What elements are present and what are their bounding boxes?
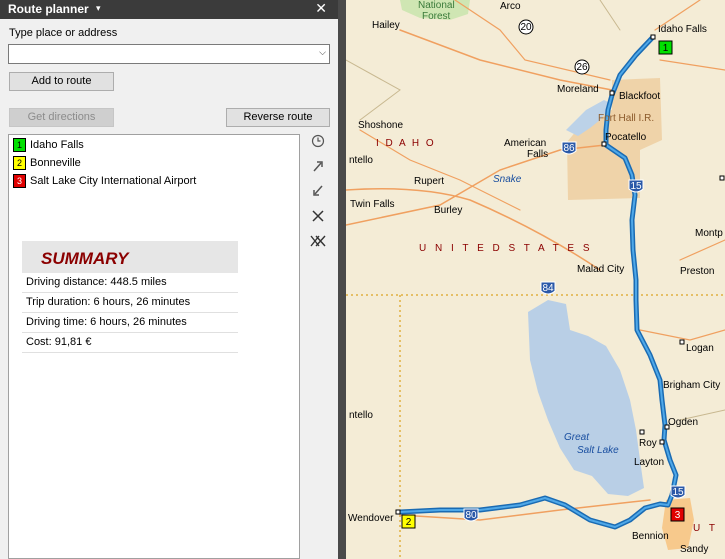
route-planner-panel: Route planner ▾ ✕ Type place or address … xyxy=(0,0,338,559)
route-back-icon[interactable] xyxy=(308,184,328,204)
panel-menu-arrow-icon[interactable]: ▾ xyxy=(96,3,101,14)
map-label: Forest xyxy=(422,11,451,22)
reverse-route-button[interactable]: Reverse route xyxy=(226,108,330,127)
map-label: Fort Hall I.R. xyxy=(598,113,654,124)
map-label: Arco xyxy=(500,1,521,12)
map-label: Great xyxy=(564,432,590,443)
waypoint-item[interactable]: 1 Idaho Falls xyxy=(13,138,84,153)
place-address-input[interactable]: ⌵ xyxy=(8,44,330,64)
map-label: Logan xyxy=(686,343,714,354)
city-marker-icon xyxy=(719,175,725,181)
map-label: Salt Lake xyxy=(577,445,619,456)
waypoint-name: Salt Lake City International Airport xyxy=(30,175,197,187)
svg-text:1: 1 xyxy=(663,43,669,54)
city-marker-icon xyxy=(659,439,665,445)
summary-cost: Cost: 91,81 € xyxy=(22,333,238,353)
svg-text:15: 15 xyxy=(630,181,642,192)
map-canvas[interactable]: 20 26 86 15 84 15 80 1 2 3 National Fore… xyxy=(346,0,725,559)
panel-header: Route planner ▾ ✕ xyxy=(0,0,338,19)
map-label: Brigham City xyxy=(663,380,720,391)
route-forward-icon[interactable] xyxy=(308,159,328,179)
map-label: Layton xyxy=(634,457,664,468)
double-scissors-icon[interactable] xyxy=(308,234,328,254)
city-marker-icon xyxy=(395,509,401,515)
route-summary: SUMMARY Driving distance: 448.5 miles Tr… xyxy=(22,241,238,353)
map-label: Preston xyxy=(680,266,714,277)
waypoint-item[interactable]: 2 Bonneville xyxy=(13,156,81,171)
panel-title[interactable]: Route planner xyxy=(8,2,89,16)
svg-text:3: 3 xyxy=(675,510,681,521)
map-label: Roy xyxy=(639,438,657,449)
svg-text:80: 80 xyxy=(465,510,477,521)
waypoint-list[interactable]: 1 Idaho Falls 2 Bonneville 3 Salt Lake City… xyxy=(8,134,300,559)
summary-trip-duration: Trip duration: 6 hours, 26 minutes xyxy=(22,293,238,313)
map-label: Hailey xyxy=(372,20,400,31)
scissors-icon[interactable] xyxy=(308,209,328,229)
svg-text:84: 84 xyxy=(542,283,554,294)
map-label: Malad City xyxy=(577,264,624,275)
map-view[interactable]: 20 26 86 15 84 15 80 1 2 3 National Fore… xyxy=(346,0,725,559)
waypoint-name: Bonneville xyxy=(30,157,81,169)
map-label: Snake xyxy=(493,174,522,185)
map-label: ntello xyxy=(349,155,373,166)
map-label: Ogden xyxy=(668,417,698,428)
city-marker-icon xyxy=(609,90,615,96)
map-label: Shoshone xyxy=(358,120,403,131)
summary-driving-time: Driving time: 6 hours, 26 minutes xyxy=(22,313,238,333)
map-label: ntello xyxy=(349,410,373,421)
map-label: Rupert xyxy=(414,176,444,187)
map-label: Blackfoot xyxy=(619,91,660,102)
summary-title: SUMMARY xyxy=(22,241,238,273)
map-label: Twin Falls xyxy=(350,199,394,210)
map-label: I D A H O xyxy=(376,138,436,149)
waypoint-name: Idaho Falls xyxy=(30,139,84,151)
map-label: Pocatello xyxy=(605,132,647,143)
map-label: U T xyxy=(693,523,718,534)
summary-driving-distance: Driving distance: 448.5 miles xyxy=(22,273,238,293)
svg-text:20: 20 xyxy=(520,22,532,33)
svg-text:26: 26 xyxy=(576,62,588,73)
map-label: American xyxy=(504,138,546,149)
panel-splitter[interactable] xyxy=(338,0,346,559)
chevron-down-icon[interactable]: ⌵ xyxy=(319,47,326,58)
svg-text:15: 15 xyxy=(672,487,684,498)
map-label: Montp xyxy=(695,228,723,239)
svg-text:86: 86 xyxy=(563,143,575,154)
map-label: Bennion xyxy=(632,531,669,542)
map-label: Wendover xyxy=(348,513,394,524)
map-label: Idaho Falls xyxy=(658,24,707,35)
map-label: U N I T E D S T A T E S xyxy=(419,243,593,254)
map-label: National xyxy=(418,0,455,11)
city-marker-icon xyxy=(639,429,645,435)
map-label: Burley xyxy=(434,205,462,216)
waypoint-number: 3 xyxy=(13,174,26,188)
waypoint-item[interactable]: 3 Salt Lake City International Airport xyxy=(13,174,196,189)
clock-icon[interactable] xyxy=(308,134,328,154)
waypoint-number: 2 xyxy=(13,156,26,170)
map-label: Sandy xyxy=(680,544,708,555)
get-directions-button[interactable]: Get directions xyxy=(9,108,114,127)
add-to-route-button[interactable]: Add to route xyxy=(9,72,114,91)
waypoint-number: 1 xyxy=(13,138,26,152)
city-marker-icon xyxy=(679,339,685,345)
svg-text:2: 2 xyxy=(406,517,412,528)
map-label: Falls xyxy=(527,149,548,160)
city-marker-icon xyxy=(650,34,656,40)
place-input-label: Type place or address xyxy=(9,27,118,39)
map-label: Moreland xyxy=(557,84,599,95)
close-icon[interactable]: ✕ xyxy=(315,0,327,17)
